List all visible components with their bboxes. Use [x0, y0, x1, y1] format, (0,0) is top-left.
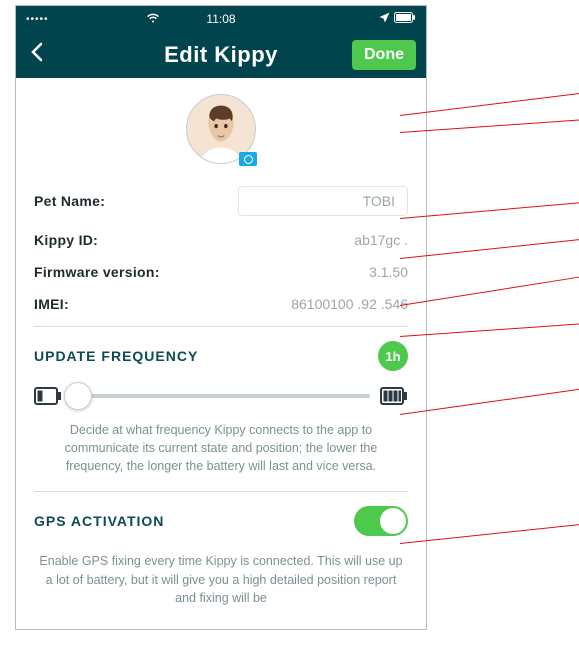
update-frequency-title: UPDATE FREQUENCY	[34, 348, 198, 364]
firmware-value: 3.1.50	[369, 264, 408, 280]
update-frequency-help: Decide at what frequency Kippy connects …	[34, 421, 408, 475]
battery-full-icon	[380, 387, 408, 405]
location-icon	[379, 12, 390, 26]
slider-thumb[interactable]	[64, 382, 92, 410]
battery-low-icon	[34, 387, 62, 405]
pet-name-label: Pet Name:	[34, 193, 105, 209]
update-frequency-header: UPDATE FREQUENCY 1h	[34, 341, 408, 371]
phone-frame: ••••• 11:08 Edit Kippy Done	[15, 5, 427, 630]
content-area: Pet Name: Kippy ID: ab17gc . Firmware ve…	[16, 78, 426, 630]
camera-icon[interactable]	[239, 152, 257, 166]
kippy-id-row: Kippy ID: ab17gc .	[34, 224, 408, 256]
firmware-label: Firmware version:	[34, 264, 160, 280]
gps-toggle[interactable]	[354, 506, 408, 536]
imei-value: 86100100 .92 .546	[291, 296, 408, 312]
done-button[interactable]: Done	[352, 40, 416, 70]
clock: 11:08	[206, 12, 235, 26]
wifi-icon	[146, 12, 160, 26]
imei-label: IMEI:	[34, 296, 69, 312]
frequency-slider-row	[34, 387, 408, 405]
header-bar: ••••• 11:08 Edit Kippy Done	[16, 6, 426, 78]
pet-name-row: Pet Name:	[34, 178, 408, 224]
firmware-row: Firmware version: 3.1.50	[34, 256, 408, 288]
pet-name-input[interactable]	[238, 186, 408, 216]
back-button[interactable]	[30, 42, 44, 68]
toggle-thumb	[380, 508, 406, 534]
divider	[34, 326, 408, 327]
avatar-container	[34, 94, 408, 164]
kippy-id-label: Kippy ID:	[34, 232, 98, 248]
page-title: Edit Kippy	[164, 42, 278, 68]
status-bar: ••••• 11:08	[16, 6, 426, 32]
nav-bar: Edit Kippy Done	[16, 32, 426, 78]
frequency-badge: 1h	[378, 341, 408, 371]
frequency-slider[interactable]	[72, 394, 370, 398]
gps-header: GPS ACTIVATION	[34, 506, 408, 536]
divider-2	[34, 491, 408, 492]
gps-help: Enable GPS fixing every time Kippy is co…	[34, 552, 408, 606]
battery-icon	[394, 12, 416, 26]
imei-row: IMEI: 86100100 .92 .546	[34, 288, 408, 320]
kippy-id-value: ab17gc .	[354, 232, 408, 248]
signal-indicator: •••••	[26, 14, 49, 25]
gps-title: GPS ACTIVATION	[34, 513, 164, 529]
